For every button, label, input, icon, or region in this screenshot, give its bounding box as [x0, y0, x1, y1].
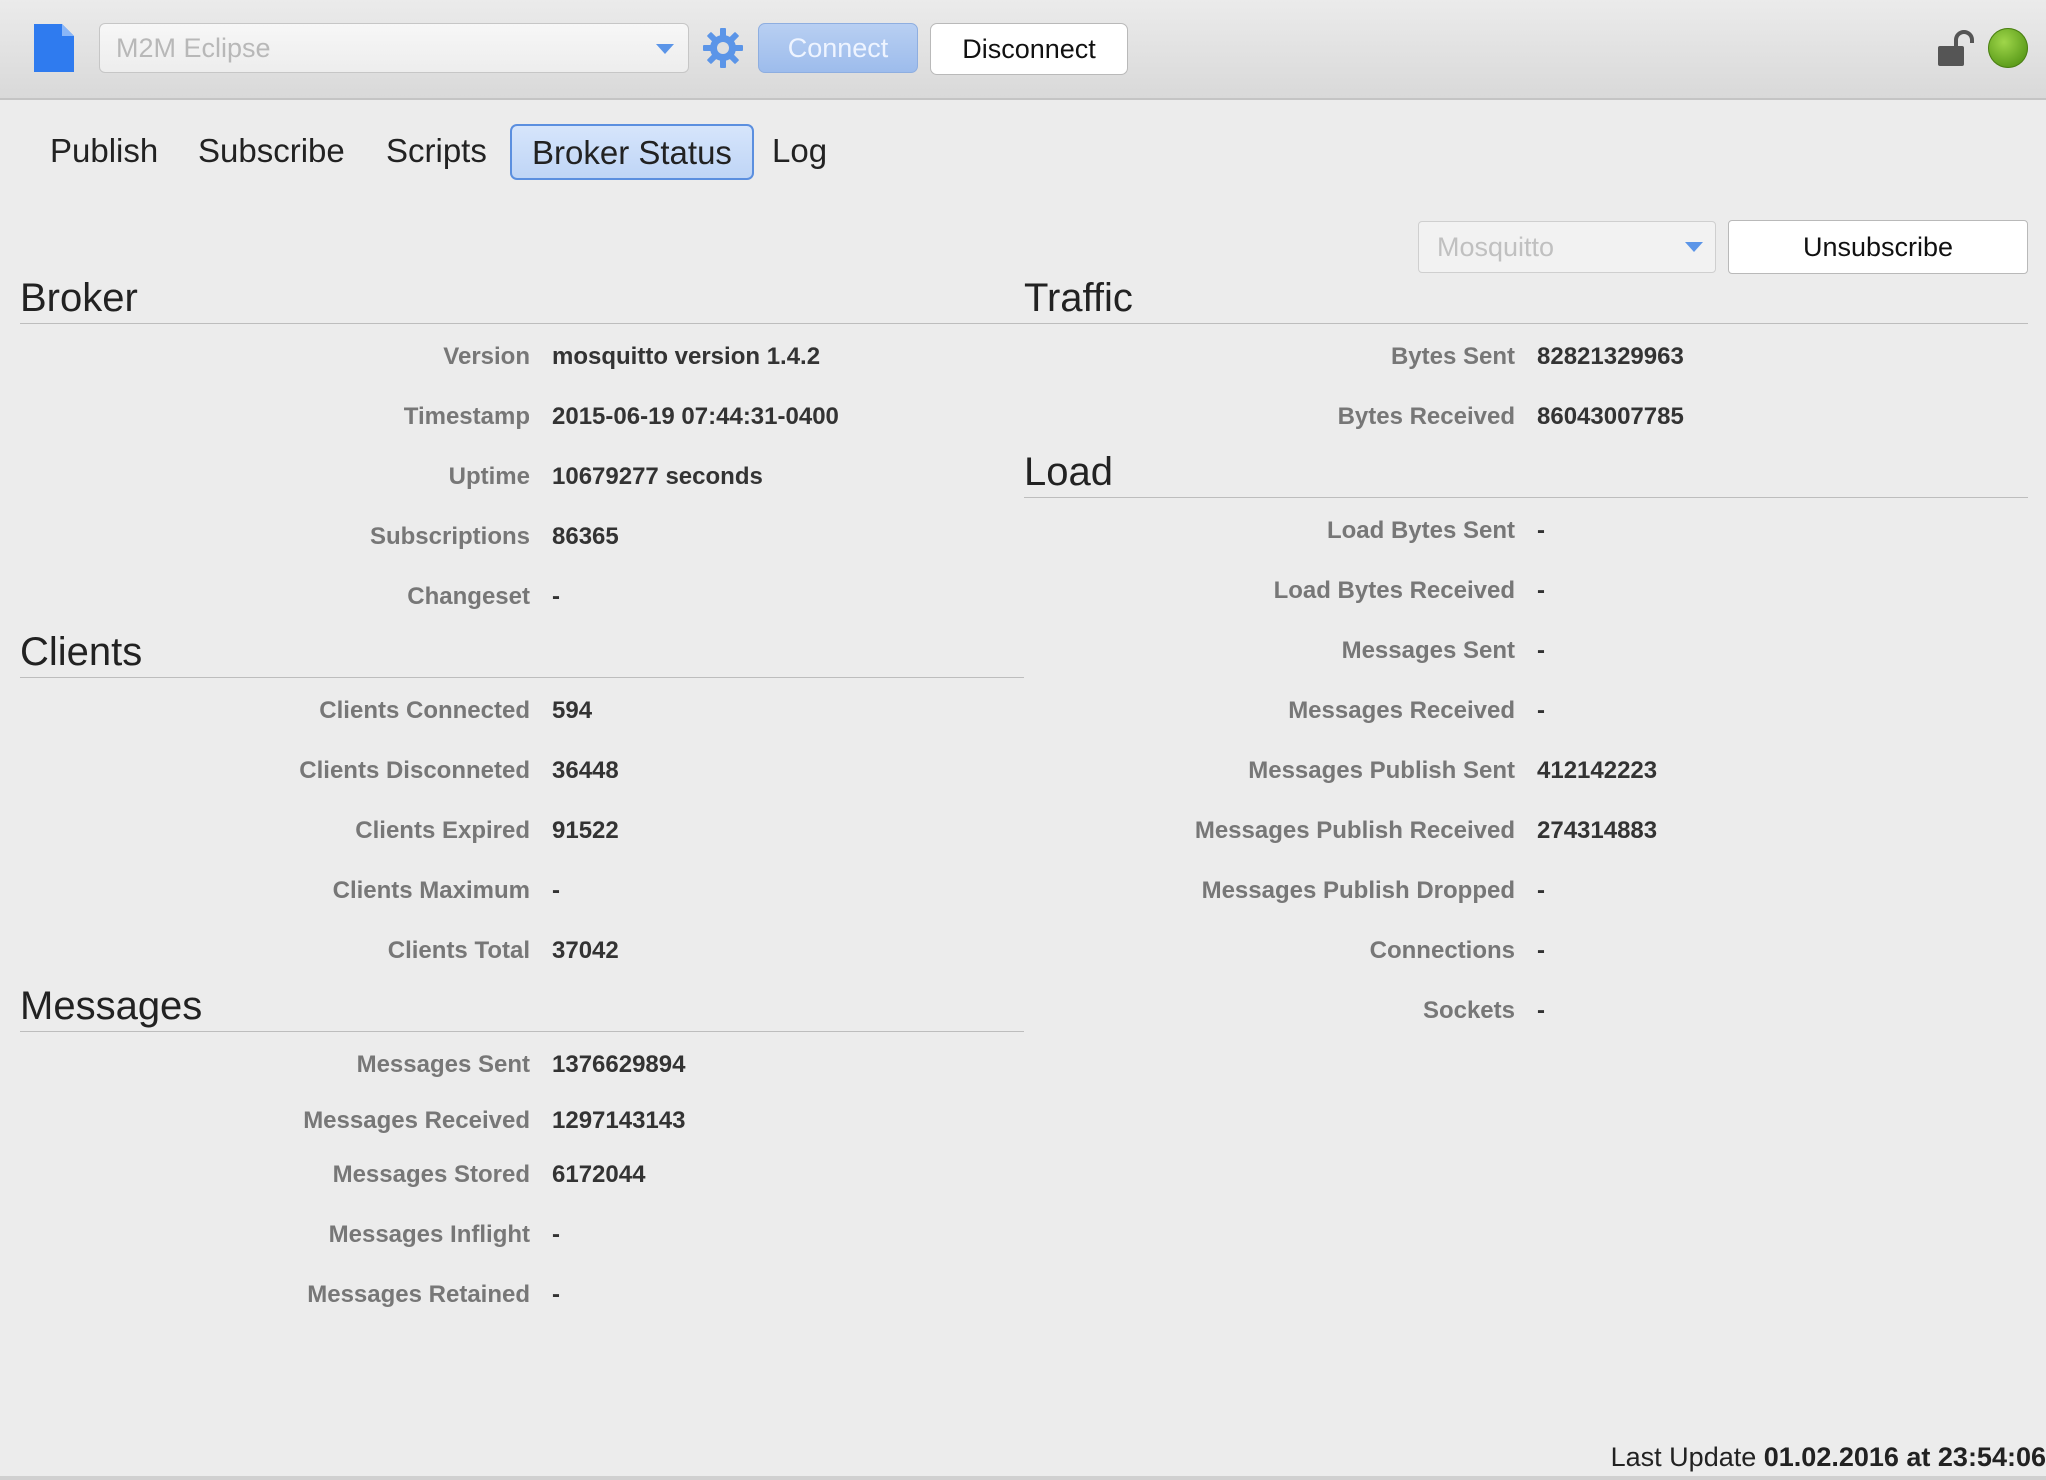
clients-row: Clients Connected 594 — [20, 691, 592, 731]
load-section-title: Load — [1024, 448, 2028, 498]
field-value: 86365 — [552, 523, 619, 550]
clients-row: Clients Maximum - — [20, 871, 560, 911]
messages-row: Messages Sent 1376629894 — [20, 1045, 686, 1085]
field-value: - — [1537, 877, 1545, 904]
field-value: 594 — [552, 697, 593, 724]
field-label: Messages Sent — [356, 1051, 530, 1078]
field-label: Bytes Sent — [1390, 343, 1515, 370]
field-value: 36448 — [552, 757, 619, 784]
field-label: Messages Received — [303, 1107, 530, 1134]
field-label: Clients Total — [387, 937, 530, 964]
field-value: 10679277 seconds — [552, 463, 763, 490]
field-value: - — [552, 1221, 560, 1248]
field-label: Messages Inflight — [328, 1221, 530, 1248]
clients-row: Clients Expired 91522 — [20, 811, 618, 851]
broker-row: Timestamp 2015-06-19 07:44:31-0400 — [20, 397, 839, 437]
messages-row: Messages Stored 6172044 — [20, 1155, 646, 1195]
messages-row: Messages Received 1297143143 — [20, 1101, 685, 1141]
messages-row: Messages Retained - — [20, 1275, 560, 1315]
field-label: Bytes Received — [1337, 403, 1515, 430]
field-value: - — [1537, 697, 1545, 724]
field-value: 412142223 — [1537, 757, 1658, 784]
field-label: Uptime — [448, 463, 530, 490]
field-value: - — [1537, 577, 1545, 604]
field-label: Load Bytes Received — [1273, 577, 1515, 604]
last-update-value: 01.02.2016 at 23:54:06 — [1763, 1442, 2046, 1472]
field-label: Subscriptions — [369, 523, 530, 550]
broker-section-title: Broker — [20, 274, 1024, 324]
broker-row: Version mosquitto version 1.4.2 — [20, 337, 820, 377]
field-label: Version — [443, 343, 530, 370]
field-value: - — [1537, 937, 1545, 964]
last-update-status: Last Update 01.02.2016 at 23:54:06 — [1611, 1442, 2046, 1473]
clients-row: Clients Disconneted 36448 — [20, 751, 618, 791]
field-label: Messages Publish Dropped — [1201, 877, 1515, 904]
status-topic-select[interactable]: Mosquitto — [1418, 221, 1716, 273]
field-value: 86043007785 — [1537, 403, 1684, 430]
field-label: Sockets — [1422, 997, 1515, 1024]
last-update-label: Last Update — [1610, 1442, 1757, 1472]
field-label: Clients Connected — [319, 697, 530, 724]
field-label: Timestamp — [403, 403, 530, 430]
field-label: Clients Disconneted — [299, 757, 530, 784]
field-label: Changeset — [407, 583, 530, 610]
field-label: Messages Retained — [307, 1281, 530, 1308]
field-value: 274314883 — [1537, 817, 1658, 844]
field-value: - — [552, 1281, 560, 1308]
unsubscribe-button[interactable]: Unsubscribe — [1728, 220, 2028, 274]
field-value: - — [1537, 637, 1545, 664]
clients-row: Clients Total 37042 — [20, 931, 619, 971]
broker-row: Subscriptions 86365 — [20, 517, 619, 557]
field-label: Load Bytes Sent — [1326, 517, 1515, 544]
connection-status-indicator — [1988, 28, 2028, 68]
broker-row: Changeset - — [20, 577, 560, 617]
field-value: mosquitto version 1.4.2 — [552, 343, 821, 370]
field-label: Messages Stored — [332, 1161, 530, 1188]
unlocked-icon[interactable] — [1936, 30, 1976, 68]
field-label: Connections — [1369, 937, 1515, 964]
field-label: Messages Publish Sent — [1248, 757, 1515, 784]
field-value: - — [552, 877, 560, 904]
field-label: Clients Maximum — [332, 877, 530, 904]
broker-row: Uptime 10679277 seconds — [20, 457, 763, 497]
field-value: 37042 — [552, 937, 619, 964]
chevron-down-icon — [1685, 242, 1703, 252]
field-label: Messages Received — [1288, 697, 1515, 724]
field-value: 2015-06-19 07:44:31-0400 — [552, 403, 839, 430]
field-value: 1297143143 — [552, 1107, 686, 1134]
messages-section-title: Messages — [20, 982, 1024, 1032]
field-value: - — [1537, 517, 1545, 544]
field-value: - — [1537, 997, 1545, 1024]
field-value: 1376629894 — [552, 1051, 686, 1078]
field-label: Messages Publish Received — [1194, 817, 1515, 844]
field-value: - — [552, 583, 560, 610]
field-value: 6172044 — [552, 1161, 646, 1188]
window-bottom-edge — [0, 1476, 2046, 1480]
status-topic-value: Mosquitto — [1437, 232, 1555, 262]
messages-row: Messages Inflight - — [20, 1215, 560, 1255]
left-column: Broker Version mosquitto version 1.4.2 Ti… — [20, 0, 1024, 1480]
field-label: Clients Expired — [355, 817, 530, 844]
clients-section-title: Clients — [20, 628, 1024, 678]
field-label: Messages Sent — [1341, 637, 1515, 664]
field-value: 91522 — [552, 817, 619, 844]
traffic-section-title: Traffic — [1024, 274, 2028, 324]
field-value: 82821329963 — [1537, 343, 1684, 370]
